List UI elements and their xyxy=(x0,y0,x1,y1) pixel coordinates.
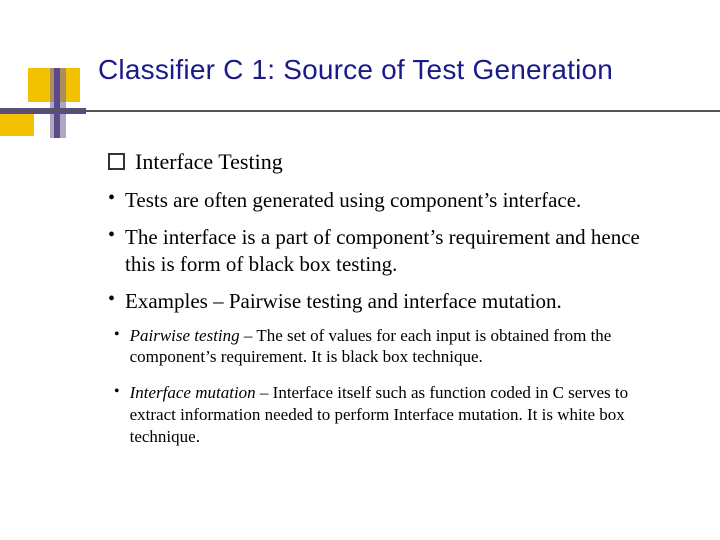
bullet-text: Tests are often generated using componen… xyxy=(125,187,670,214)
logo-block xyxy=(54,68,60,138)
term-italic: Pairwise testing xyxy=(130,326,240,345)
bullet-text: Interface Testing xyxy=(135,148,670,176)
bullet-lvl2: • The interface is a part of component’s… xyxy=(108,224,670,278)
bullet-text: Interface mutation – Interface itself su… xyxy=(130,382,670,447)
bullet-text: Examples – Pairwise testing and interfac… xyxy=(125,288,670,315)
term-italic: Interface mutation xyxy=(130,383,256,402)
bullet-lvl3: • Pairwise testing – The set of values f… xyxy=(114,325,670,369)
bullet-text: Pairwise testing – The set of values for… xyxy=(130,325,670,369)
bullet-lvl1: Interface Testing xyxy=(108,148,670,177)
dot-bullet-icon: • xyxy=(114,325,120,345)
bullet-lvl2: • Examples – Pairwise testing and interf… xyxy=(108,288,670,315)
title-wrap: Classifier C 1: Source of Test Generatio… xyxy=(98,54,613,86)
dot-bullet-icon: • xyxy=(108,188,115,208)
bullet-lvl3: • Interface mutation – Interface itself … xyxy=(114,382,670,447)
content-area: Interface Testing • Tests are often gene… xyxy=(108,148,670,461)
bullet-text: The interface is a part of component’s r… xyxy=(125,224,670,278)
bullet-lvl2: • Tests are often generated using compon… xyxy=(108,187,670,214)
logo-block xyxy=(0,114,34,136)
slide-logo xyxy=(0,68,86,138)
slide-title: Classifier C 1: Source of Test Generatio… xyxy=(98,54,613,86)
slide: Classifier C 1: Source of Test Generatio… xyxy=(0,0,720,540)
title-underline xyxy=(0,110,720,112)
dot-bullet-icon: • xyxy=(114,382,120,402)
dot-bullet-icon: • xyxy=(108,225,115,245)
square-bullet-icon xyxy=(108,148,125,177)
dot-bullet-icon: • xyxy=(108,289,115,309)
